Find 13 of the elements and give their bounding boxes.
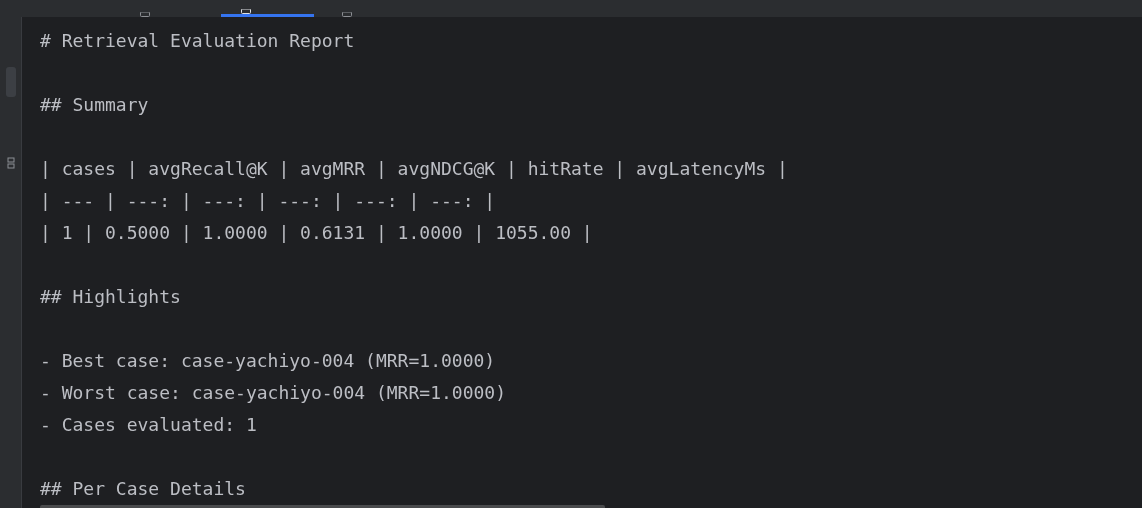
file-icon <box>140 12 150 17</box>
file-icon <box>241 9 251 14</box>
code-line: - Best case: case-yachiyo-004 (MRR=1.0000) <box>40 349 496 373</box>
code-line: | cases | avgRecall@K | avgMRR | avgNDCG@K | hitRate | avgLatencyMs | <box>40 157 788 181</box>
code-line: | 1 | 0.5000 | 1.0000 | 0.6131 | 1.0000 | 1055.00 | <box>40 221 593 245</box>
file-icon <box>342 12 352 17</box>
code-line: ## Per Case Details <box>40 477 246 501</box>
code-line: ## Highlights <box>40 285 181 309</box>
code-line: - Cases evaluated: 1 <box>40 413 257 437</box>
code-line: ## Summary <box>40 93 149 117</box>
code-line: # Retrieval Evaluation Report <box>40 29 355 53</box>
code-line: - Worst case: case-yachiyo-004 (MRR=1.0000) <box>40 381 506 405</box>
code-line: | --- | ---: | ---: | ---: | ---: | ---: | <box>40 189 496 213</box>
